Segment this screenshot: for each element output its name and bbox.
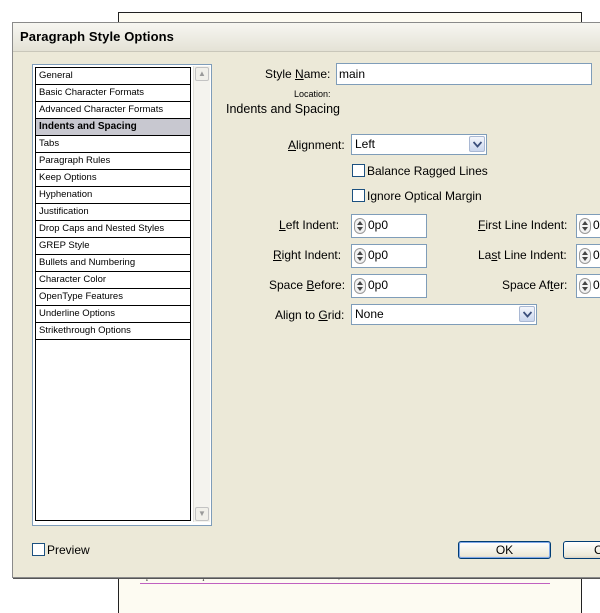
paragraph-style-options-dialog: Paragraph Style Options General Basic Cha…	[12, 22, 600, 578]
balance-ragged-lines-label: Balance Ragged Lines	[367, 164, 488, 178]
sidebar-item-paragraph-rules[interactable]: Paragraph Rules	[36, 153, 190, 170]
style-name-input[interactable]: main	[336, 63, 592, 85]
space-after-value: 0	[593, 278, 600, 292]
alignment-select[interactable]: Left	[351, 134, 487, 155]
category-list: General Basic Character Formats Advanced C…	[35, 67, 191, 521]
dialog-titlebar[interactable]: Paragraph Style Options	[13, 23, 600, 52]
right-indent-field[interactable]: 0p0	[351, 244, 427, 268]
space-before-label: Space Before:	[269, 278, 346, 292]
space-before-field[interactable]: 0p0	[351, 274, 427, 298]
last-line-indent-label: Last Line Indent:	[478, 248, 567, 262]
sidebar-item-bullets-and-numbering[interactable]: Bullets and Numbering	[36, 255, 190, 272]
preview-label: Preview	[47, 543, 90, 557]
space-before-value: 0p0	[368, 278, 389, 292]
dialog-title: Paragraph Style Options	[20, 29, 175, 44]
space-after-field[interactable]: 0	[576, 274, 600, 298]
sidebar-item-keep-options[interactable]: Keep Options	[36, 170, 190, 187]
align-to-grid-label: Align to Grid:	[275, 308, 345, 322]
stepper-icon[interactable]	[354, 248, 366, 264]
ignore-optical-margin-checkbox[interactable]	[352, 189, 365, 202]
space-after-label: Space After:	[502, 278, 568, 292]
stepper-icon[interactable]	[579, 248, 591, 264]
sidebar-item-tabs[interactable]: Tabs	[36, 136, 190, 153]
last-line-indent-value: 0	[593, 248, 600, 262]
location-label: Location:	[294, 89, 331, 99]
balance-ragged-lines-checkbox[interactable]	[352, 164, 365, 177]
preview-checkbox[interactable]	[32, 543, 45, 556]
sidebar-item-strikethrough-options[interactable]: Strikethrough Options	[36, 323, 190, 340]
left-indent-value: 0p0	[368, 218, 389, 232]
align-to-grid-value: None	[355, 307, 384, 321]
sidebar-item-indents-and-spacing[interactable]: Indents and Spacing	[36, 119, 190, 136]
right-indent-value: 0p0	[368, 248, 389, 262]
stepper-icon[interactable]	[579, 278, 591, 294]
first-line-indent-field[interactable]: 0	[576, 214, 600, 238]
scroll-up-icon[interactable]: ▲	[195, 67, 209, 81]
sidebar-item-basic-character-formats[interactable]: Basic Character Formats	[36, 85, 190, 102]
sidebar-item-opentype-features[interactable]: OpenType Features	[36, 289, 190, 306]
chevron-down-icon[interactable]	[469, 136, 485, 152]
last-line-indent-field[interactable]: 0	[576, 244, 600, 268]
sidebar-item-underline-options[interactable]: Underline Options	[36, 306, 190, 323]
sidebar-item-justification[interactable]: Justification	[36, 204, 190, 221]
first-line-indent-value: 0	[593, 218, 600, 232]
left-indent-label: Left Indent:	[279, 218, 340, 232]
align-to-grid-select[interactable]: None	[351, 304, 537, 325]
first-line-indent-label: First Line Indent:	[478, 218, 568, 232]
stepper-icon[interactable]	[354, 278, 366, 294]
ok-button[interactable]: OK	[458, 541, 551, 559]
left-indent-field[interactable]: 0p0	[351, 214, 427, 238]
alignment-label: Alignment:	[288, 138, 345, 152]
ignore-optical-margin-label: Ignore Optical Margin	[367, 189, 482, 203]
stepper-icon[interactable]	[579, 218, 591, 234]
sidebar-item-drop-caps-and-nested-styles[interactable]: Drop Caps and Nested Styles	[36, 221, 190, 238]
sidebar-item-grep-style[interactable]: GREP Style	[36, 238, 190, 255]
sidebar-item-advanced-character-formats[interactable]: Advanced Character Formats	[36, 102, 190, 119]
category-list-box: General Basic Character Formats Advanced C…	[32, 64, 212, 526]
chevron-down-icon[interactable]	[519, 306, 535, 322]
alignment-value: Left	[355, 137, 376, 151]
style-name-label: Style Name:	[265, 67, 331, 81]
sidebar-item-general[interactable]: General	[36, 68, 190, 85]
right-indent-label: Right Indent:	[273, 248, 342, 262]
scroll-down-icon[interactable]: ▼	[195, 507, 209, 521]
cancel-button[interactable]: Ca	[563, 541, 600, 559]
section-title: Indents and Spacing	[226, 102, 340, 116]
sidebar-item-character-color[interactable]: Character Color	[36, 272, 190, 289]
category-list-scrollbar[interactable]: ▲ ▼	[193, 66, 210, 522]
stepper-icon[interactable]	[354, 218, 366, 234]
sidebar-item-hyphenation[interactable]: Hyphenation	[36, 187, 190, 204]
